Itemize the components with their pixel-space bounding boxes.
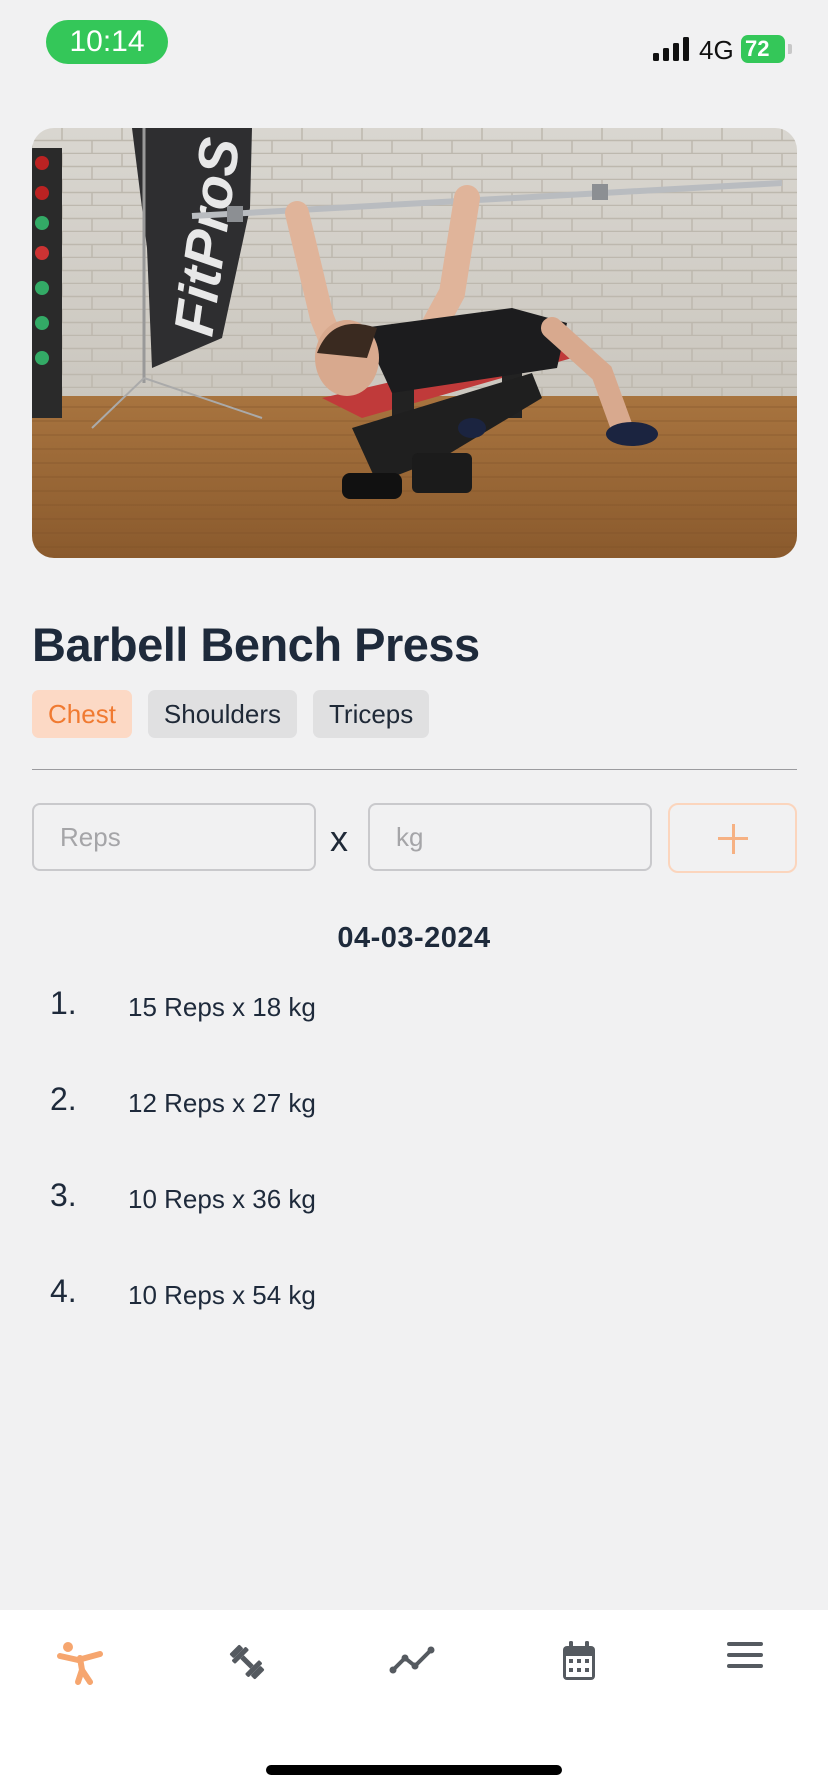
set-detail: 10 Reps x 36 kg <box>128 1184 316 1214</box>
times-symbol: x <box>330 818 348 859</box>
status-bar: 10:14 4G 72 <box>0 0 828 90</box>
tab-calendar[interactable] <box>539 1640 619 1700</box>
network-label: 4G <box>699 35 734 65</box>
tag-chest[interactable]: Chest <box>32 690 132 738</box>
kg-input[interactable] <box>368 803 652 871</box>
set-row[interactable]: 3. 10 Reps x 36 kg <box>0 1177 828 1273</box>
set-row[interactable]: 4. 10 Reps x 54 kg <box>0 1273 828 1369</box>
status-time: 10:14 <box>46 20 168 64</box>
calendar-icon <box>563 1641 595 1680</box>
tab-workout[interactable] <box>41 1640 121 1700</box>
tab-progress[interactable] <box>373 1640 453 1700</box>
set-number: 3. <box>50 1177 77 1213</box>
set-detail: 12 Reps x 27 kg <box>128 1088 316 1118</box>
battery-icon: 72 <box>741 35 785 63</box>
set-number: 4. <box>50 1273 77 1309</box>
set-number: 1. <box>50 985 77 1021</box>
dumbbell-icon <box>229 1644 265 1680</box>
exercise-video[interactable]: FitProS <box>32 128 797 558</box>
set-detail: 10 Reps x 54 kg <box>128 1280 316 1310</box>
tag-triceps[interactable]: Triceps <box>313 690 430 738</box>
set-row[interactable]: 1. 15 Reps x 18 kg <box>0 985 828 1081</box>
progress-chart-icon <box>389 1646 435 1674</box>
log-date: 04-03-2024 <box>337 922 491 954</box>
muscle-tags: Chest Shoulders Triceps <box>32 690 430 738</box>
divider <box>32 769 797 770</box>
set-detail: 15 Reps x 18 kg <box>128 992 316 1022</box>
exercise-title: Barbell Bench Press <box>32 618 480 671</box>
home-indicator <box>266 1765 562 1775</box>
set-number: 2. <box>50 1081 77 1117</box>
set-row[interactable]: 2. 12 Reps x 27 kg <box>0 1081 828 1177</box>
add-set-button[interactable] <box>668 803 797 873</box>
tab-exercises[interactable] <box>207 1640 287 1700</box>
battery-level: 72 <box>745 36 770 61</box>
signal-icon <box>653 37 689 61</box>
battery-cap <box>788 44 792 54</box>
reps-input[interactable] <box>32 803 316 871</box>
menu-icon <box>727 1642 763 1668</box>
tab-menu[interactable] <box>705 1640 785 1700</box>
tag-shoulders[interactable]: Shoulders <box>147 690 297 738</box>
set-list: 1. 15 Reps x 18 kg 2. 12 Reps x 27 kg 3.… <box>0 985 828 1369</box>
workout-figure-icon <box>57 1642 103 1685</box>
